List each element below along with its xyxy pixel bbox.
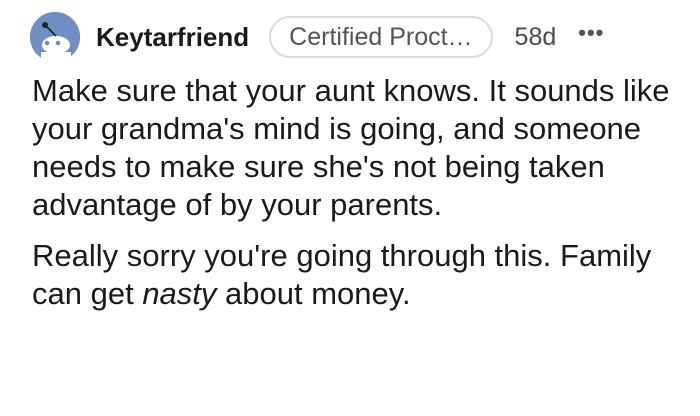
more-options-icon[interactable]: ••• bbox=[578, 22, 604, 44]
username[interactable]: Keytarfriend bbox=[96, 22, 249, 53]
comment: Keytarfriend Certified Proct… 58d ••• Ma… bbox=[0, 0, 700, 416]
user-flair: Certified Proct… bbox=[269, 16, 493, 58]
paragraph-text: about money. bbox=[216, 276, 411, 311]
comment-body: Make sure that your aunt knows. It sound… bbox=[32, 72, 672, 313]
emphasized-text: nasty bbox=[142, 276, 217, 311]
avatar[interactable] bbox=[30, 12, 80, 62]
reddit-snoo-avatar-icon bbox=[30, 12, 80, 62]
comment-paragraph: Make sure that your aunt knows. It sound… bbox=[32, 73, 670, 222]
comment-paragraph: Really sorry you're going through this. … bbox=[32, 237, 672, 313]
comment-header: Keytarfriend Certified Proct… 58d ••• bbox=[30, 12, 695, 62]
comment-age: 58d bbox=[514, 22, 557, 51]
